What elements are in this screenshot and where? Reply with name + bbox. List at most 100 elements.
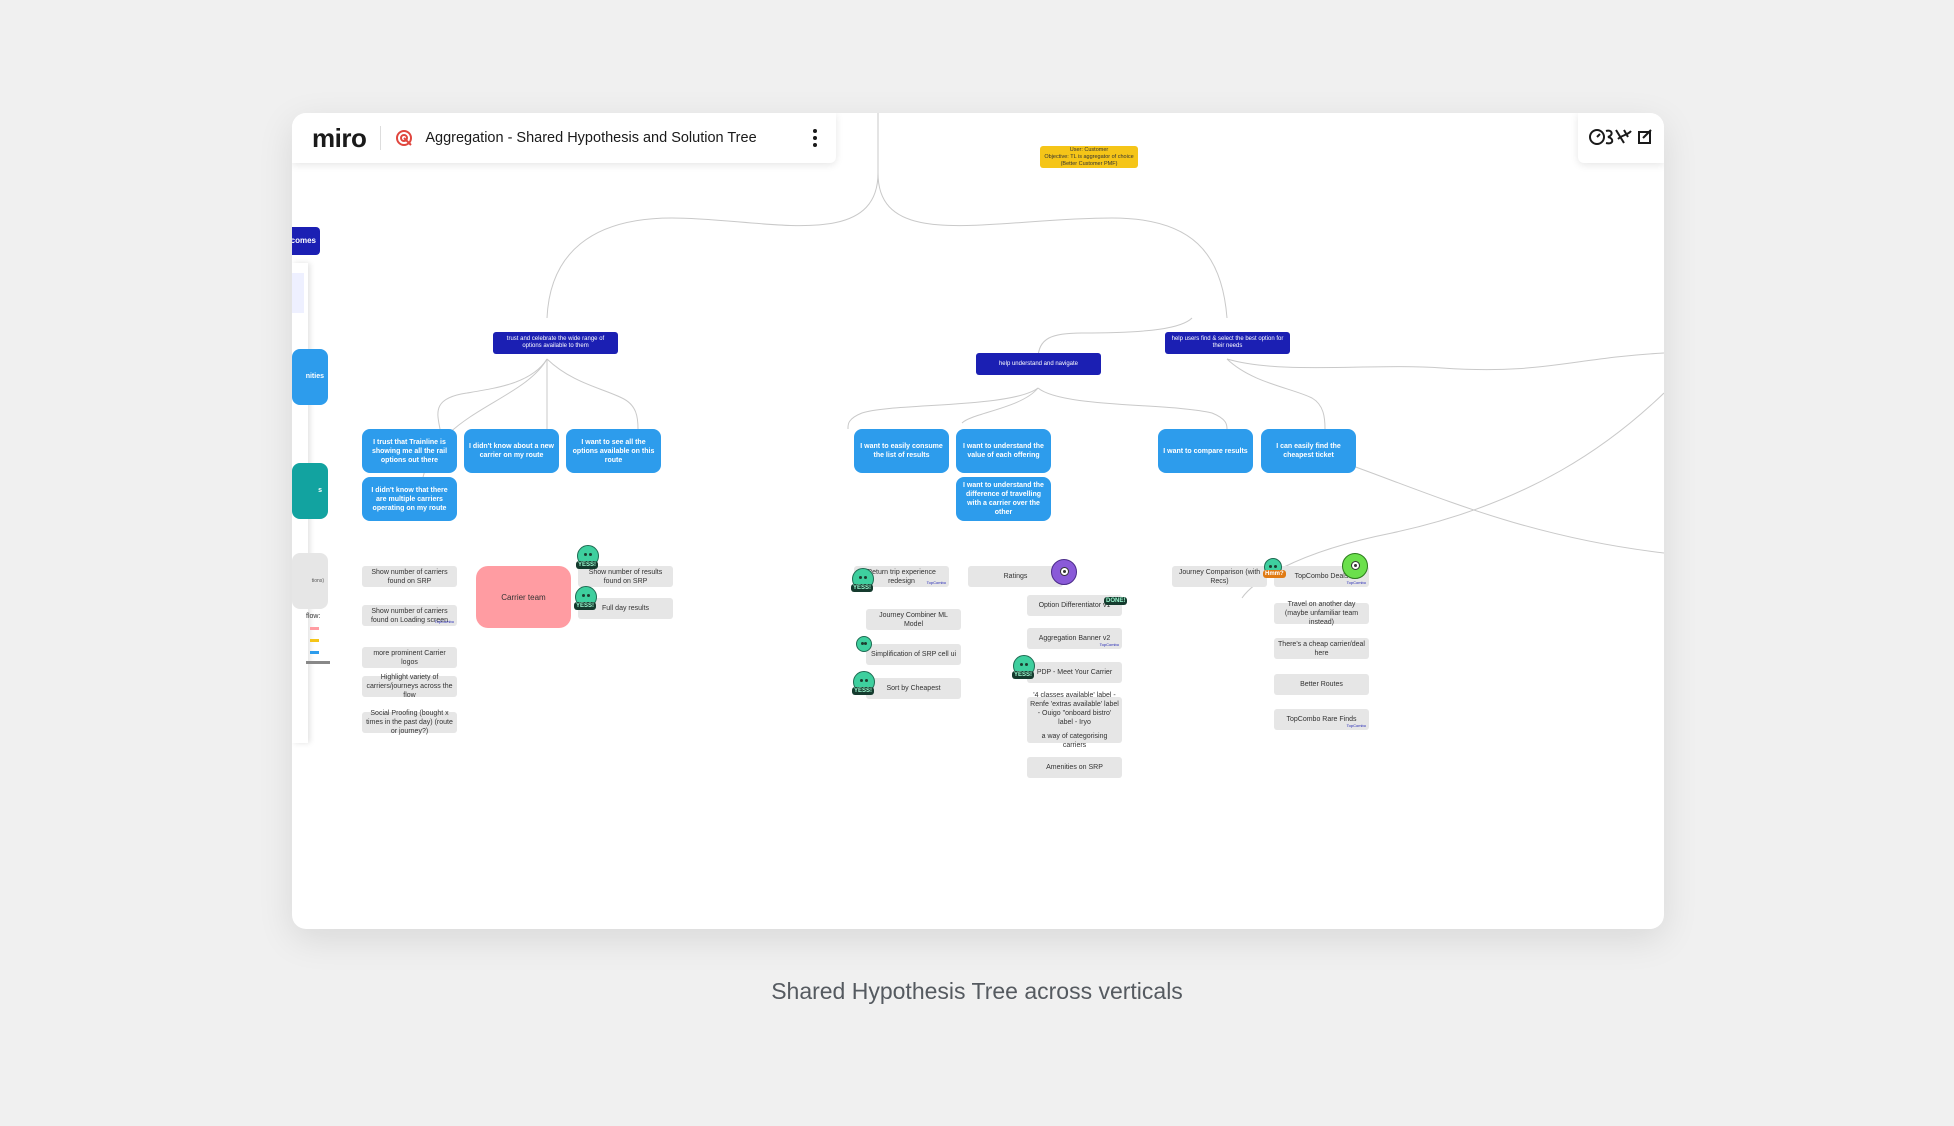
right-toolbar [1578,113,1664,163]
root-line-1: User: Customer [1069,146,1109,153]
outcome-navigate[interactable]: help understand and navigate [976,353,1101,375]
solution-label: Show number of carriers found on SRP [371,568,448,585]
solution-label: TopCombo Deals [1294,573,1349,580]
toolbar-divider [380,126,382,150]
yess-sticker-label: YESS! [851,584,874,592]
board-title[interactable]: Aggregation - Shared Hypothesis and Solu… [425,130,756,146]
opportunity-label: I want to compare results [1163,447,1248,455]
solution-card[interactable]: Highlight variety of carriers/journeys a… [362,674,457,699]
lp-outcomes-chip[interactable]: tcomes [292,227,320,255]
lp-grey-label: tions) [311,578,324,584]
opportunity-card[interactable]: I can easily find the cheapest ticket [1261,429,1356,473]
opportunity-card[interactable]: I trust that Trainline is showing me all… [362,429,457,473]
solution-card[interactable]: Better Routes [1274,674,1369,695]
root-line-2: Objective: TL is aggregator of choice [1044,153,1134,160]
solution-label: Journey Combiner ML Model [879,611,948,628]
done-sticker[interactable]: DONE! [1104,597,1128,605]
lp-opportunities-chip[interactable]: nities [292,349,328,405]
solution-label: Ratings [1003,573,1028,580]
yess-sticker[interactable]: YESS! [576,545,599,569]
outcome-navigate-label: help understand and navigate [998,360,1079,367]
solution-card[interactable]: There's a cheap carrier/deal here [1274,638,1369,659]
miro-logo[interactable]: miro [312,123,367,154]
more-vertical-icon[interactable] [808,126,822,150]
outcome-trust[interactable]: trust and celebrate the wide range of op… [493,332,618,354]
solution-label: Show number of results found on SRP [588,568,663,585]
solution-card[interactable]: Show number of carriers found on Loading… [362,605,457,626]
solution-card[interactable]: Journey Combiner ML Model [866,609,961,630]
solution-card[interactable]: Aggregation Banner v2 TopCombo [1027,628,1122,649]
yess-sticker-label: YESS! [852,687,875,695]
outcome-select[interactable]: help users find & select the best option… [1165,332,1290,354]
miro-board-window: User: Customer Objective: TL is aggregat… [292,113,1664,929]
solution-card[interactable]: PDP - Meet Your Carrier [1027,662,1122,683]
opportunity-label: I want to understand the difference of t… [963,482,1044,516]
legend-swatch-blue [310,651,319,654]
yess-sticker[interactable]: YESS! [852,671,875,695]
opportunity-card[interactable]: I want to compare results [1158,429,1253,473]
opportunity-card[interactable]: I want to see all the options available … [566,429,661,473]
collaborators-icon[interactable] [1588,125,1632,152]
solution-label: PDP - Meet Your Carrier [1036,669,1113,676]
root-objective-sticky[interactable]: User: Customer Objective: TL is aggregat… [1040,146,1138,168]
yess-sticker-label: YESS! [1012,671,1035,679]
legend-swatch-pink [310,627,319,630]
happy-sticker[interactable] [856,636,872,652]
opportunity-label: I want to see all the options available … [572,438,655,464]
carrier-team-label: Carrier team [501,592,546,602]
opportunity-card[interactable]: I didn't know that there are multiple ca… [362,477,457,521]
solution-card[interactable]: Travel on another day (maybe unfamiliar … [1274,601,1369,626]
cyclops-sticker[interactable] [1342,553,1368,579]
solution-card[interactable]: Journey Comparison (with Recs) [1172,566,1267,587]
lp-flow-label: flow: [306,613,321,620]
solution-label: Journey Comparison (with Recs) [1178,568,1261,585]
solution-label: Social Proofing (bought x times in the p… [366,710,453,735]
cyclops-sticker[interactable] [1051,559,1077,585]
yess-sticker-label: YESS! [574,602,597,610]
board-toolbar: miro Aggregation - Shared Hypothesis and… [292,113,836,163]
solution-card[interactable]: TopCombo Rare Finds TopCombo [1274,709,1369,730]
opportunity-card[interactable]: I didn't know about a new carrier on my … [464,429,559,473]
hmm-sticker[interactable]: Hmm? [1263,558,1286,578]
solution-card[interactable]: '4 classes available' label - Renfe 'ext… [1027,692,1122,749]
solution-card[interactable]: Show number of results found on SRP [578,566,673,587]
yess-sticker[interactable]: YESS! [851,568,874,592]
solution-sublabel: a way of categorising carriers [1041,732,1108,749]
opportunity-label: I want to understand the value of each o… [963,443,1044,459]
carrier-team-sticky[interactable]: Carrier team [476,566,571,628]
opportunity-card[interactable]: I want to understand the difference of t… [956,477,1051,521]
opportunity-label: I trust that Trainline is showing me all… [371,438,448,464]
legend-swatch-yellow [310,639,319,642]
lp-grey-chip[interactable]: tions) [292,553,328,609]
opportunity-card[interactable]: I want to easily consume the list of res… [854,429,949,473]
topcombo-tag: TopCombo [926,580,946,585]
topcombo-tag: TopCombo [1099,642,1119,647]
solution-label: There's a cheap carrier/deal here [1278,640,1365,657]
solution-card[interactable]: Amenities on SRP [1027,757,1122,778]
solution-card[interactable]: more prominent Carrier logos [362,647,457,668]
solution-label: Amenities on SRP [1046,764,1103,771]
figure-caption: Shared Hypothesis Tree across verticals [771,978,1183,1004]
solution-card[interactable]: Ratings [968,566,1063,587]
opportunity-card[interactable]: I want to understand the value of each o… [956,429,1051,473]
lp-teal-chip[interactable]: s [292,463,328,519]
solution-card[interactable]: Show number of carriers found on SRP [362,566,457,587]
yess-sticker-label: YESS! [576,561,599,569]
opportunity-label: I can easily find the cheapest ticket [1276,443,1341,459]
legend-bar [306,661,330,664]
lp-flow-legend: flow: [306,613,346,673]
share-icon[interactable] [1638,128,1652,149]
opportunity-label: I didn't know about a new carrier on my … [469,443,554,459]
yess-sticker[interactable]: YESS! [1012,655,1035,679]
left-side-panel: tcomes nities s tions) flow: [292,227,330,743]
board-icon[interactable] [395,129,413,147]
lp-light-card [292,273,304,313]
solution-card[interactable]: Social Proofing (bought x times in the p… [362,710,457,735]
solution-card[interactable]: Sort by Cheapest [866,678,961,699]
solution-card[interactable]: Simplification of SRP cell ui [866,644,961,665]
yess-sticker[interactable]: YESS! [574,586,597,610]
topcombo-tag: TopCombo [1346,580,1366,585]
solution-label: Travel on another day (maybe unfamiliar … [1284,601,1359,626]
topcombo-tag: TopCombo [1346,723,1366,728]
lp-opportunities-label: nities [305,373,324,380]
